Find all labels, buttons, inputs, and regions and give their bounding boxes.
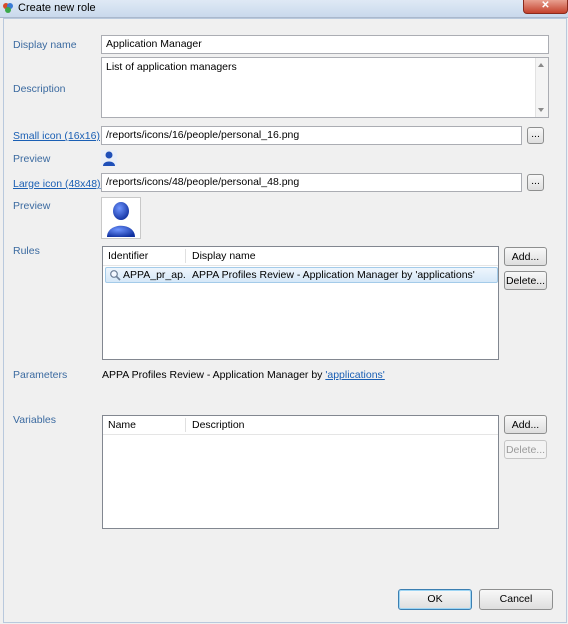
magnifier-icon (110, 270, 121, 281)
small-icon-link[interactable]: Small icon (16x16) (13, 130, 100, 142)
rules-label: Rules (13, 245, 40, 257)
column-header-display-name[interactable]: Display name (187, 247, 487, 265)
person-icon (101, 150, 117, 166)
rule-display-name: APPA Profiles Review - Application Manag… (192, 269, 475, 281)
large-preview-box (101, 197, 141, 239)
large-icon-link[interactable]: Large icon (48x48) (13, 178, 101, 190)
column-header-name[interactable]: Name (103, 416, 185, 434)
window-title: Create new role (18, 2, 96, 14)
large-icon-browse-button[interactable]: ... (527, 174, 544, 191)
description-label: Description (13, 83, 66, 95)
display-name-label: Display name (13, 39, 77, 51)
scroll-down-icon[interactable] (538, 108, 544, 112)
parameters-label: Parameters (13, 369, 68, 381)
parameters-prefix: APPA Profiles Review - Application Manag… (102, 369, 326, 381)
variables-table: Name Description (102, 415, 499, 529)
large-icon-path-input[interactable]: /reports/icons/48/people/personal_48.png (101, 173, 522, 192)
scroll-up-icon[interactable] (538, 63, 544, 67)
parameters-text: APPA Profiles Review - Application Manag… (102, 369, 385, 381)
close-icon: ✕ (541, 0, 550, 11)
rule-identifier: APPA_pr_ap... (123, 269, 185, 281)
column-separator (185, 249, 186, 263)
small-preview-label: Preview (13, 153, 51, 165)
column-header-identifier[interactable]: Identifier (103, 247, 185, 265)
description-scrollbar[interactable] (535, 58, 548, 117)
display-name-input[interactable]: Application Manager (101, 35, 549, 54)
rules-delete-button[interactable]: Delete... (504, 271, 547, 290)
table-row[interactable]: APPA_pr_ap... APPA Profiles Review - App… (105, 267, 498, 283)
header-divider (103, 434, 498, 435)
variables-label: Variables (13, 414, 56, 426)
description-text: List of application managers (106, 61, 237, 73)
header-divider (103, 265, 498, 266)
rules-add-button[interactable]: Add... (504, 247, 547, 266)
description-textarea[interactable]: List of application managers (101, 57, 549, 118)
variables-add-button[interactable]: Add... (504, 415, 547, 434)
variables-delete-button[interactable]: Delete... (504, 440, 547, 459)
roles-app-icon (3, 3, 13, 13)
small-icon-path-input[interactable]: /reports/icons/16/people/personal_16.png (101, 126, 522, 145)
title-bar: Create new role ✕ (0, 0, 568, 18)
small-icon-browse-button[interactable]: ... (527, 127, 544, 144)
column-separator (185, 418, 186, 432)
cancel-button[interactable]: Cancel (479, 589, 553, 610)
large-preview-label: Preview (13, 200, 51, 212)
column-header-description[interactable]: Description (187, 416, 487, 434)
close-button[interactable]: ✕ (523, 0, 568, 14)
rules-table: Identifier Display name APPA_pr_ap... AP… (102, 246, 499, 360)
person-icon (107, 202, 135, 237)
ok-button[interactable]: OK (398, 589, 472, 610)
parameters-applications-link[interactable]: 'applications' (325, 369, 384, 381)
